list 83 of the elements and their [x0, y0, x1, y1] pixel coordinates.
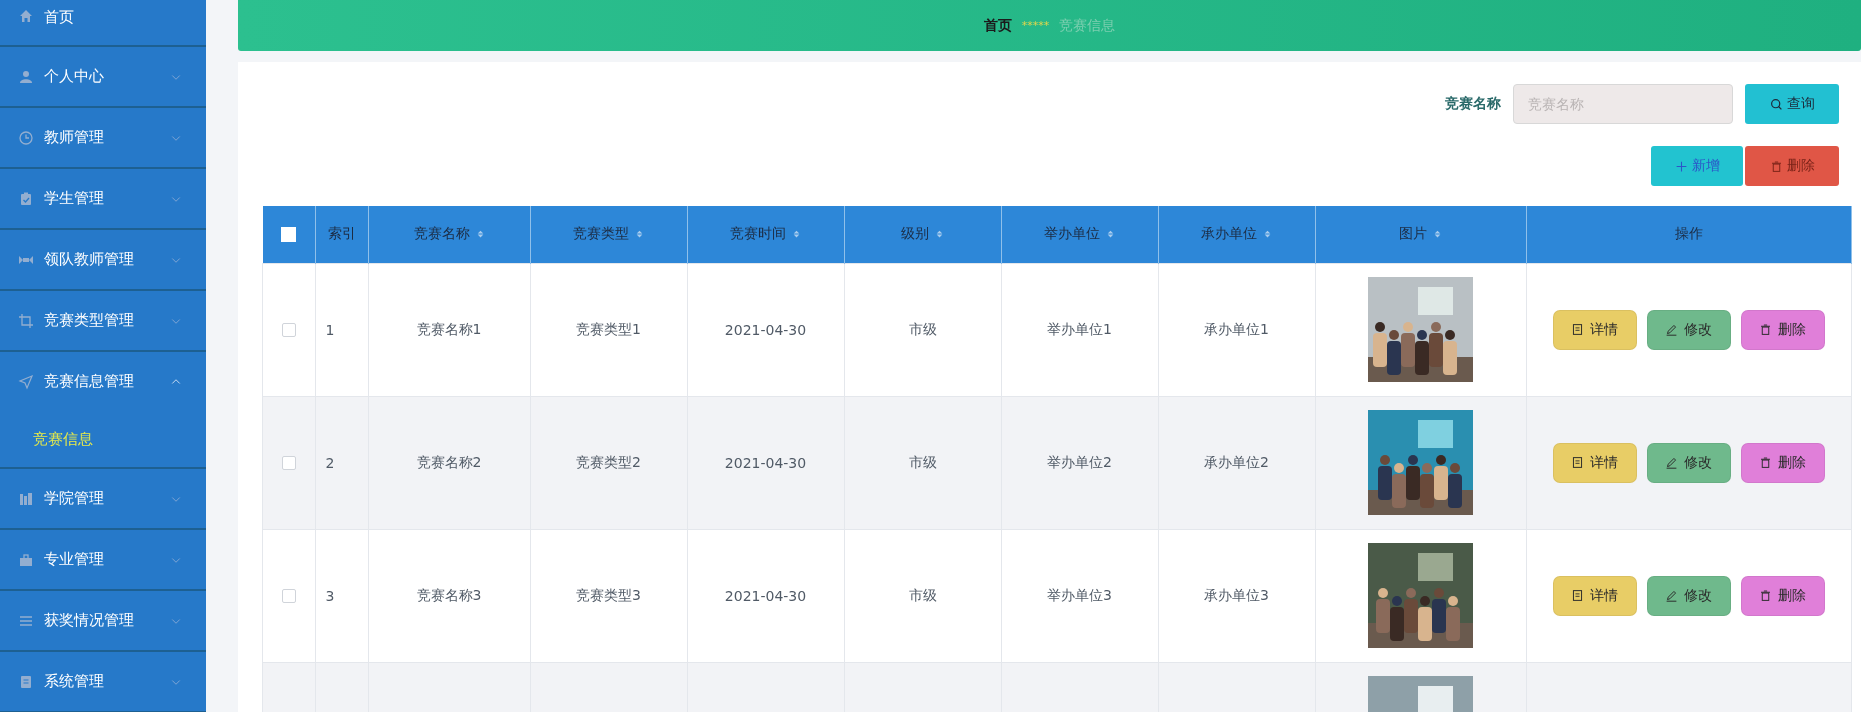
detail-button[interactable]: 详情 [1552, 575, 1637, 616]
column-header: 索引 [315, 206, 368, 263]
menu-item[interactable]: 竞赛信息管理 [0, 352, 206, 411]
table-cell: 2021-04-30 [724, 587, 807, 604]
menu-item[interactable]: 首页 [0, 0, 206, 45]
menu-item[interactable]: 学生管理 [0, 169, 206, 228]
plus-icon [1674, 159, 1688, 173]
document-icon [1571, 323, 1584, 336]
table-cell: 举办单位2 [1047, 453, 1112, 470]
column-header[interactable]: 承办单位 [1158, 206, 1315, 263]
menu-item[interactable]: 领队教师管理 [0, 230, 206, 289]
row-checkbox[interactable] [281, 322, 296, 337]
table-cell: 承办单位3 [1204, 586, 1269, 603]
delete-button[interactable]: 删除 [1740, 575, 1825, 616]
table-cell: 举办单位3 [1047, 586, 1112, 603]
delete-button[interactable]: 删除 [1740, 309, 1825, 350]
table-cell: 2021-04-30 [724, 454, 807, 471]
crop-icon [18, 312, 34, 329]
table-cell: 市级 [908, 586, 937, 603]
column-header[interactable]: 举办单位 [1001, 206, 1158, 263]
pencil-icon [1665, 456, 1678, 469]
column-header[interactable]: 竞赛类型 [530, 206, 687, 263]
table-cell: 竞赛类型2 [576, 453, 641, 470]
column-header[interactable]: 图片 [1315, 206, 1526, 263]
send-icon [18, 373, 34, 390]
menu-item[interactable]: 获奖情况管理 [0, 591, 206, 650]
menu-item[interactable]: 学院管理 [0, 469, 206, 528]
table-cell: 承办单位1 [1204, 320, 1269, 337]
table-cell: 承办单位2 [1204, 453, 1269, 470]
briefcase-icon [18, 551, 34, 568]
add-button[interactable]: 新增 [1651, 146, 1743, 186]
breadcrumb-item: 竞赛信息 [1059, 16, 1116, 35]
document-icon [1571, 456, 1584, 469]
table-cell: 3 [325, 587, 335, 604]
trash-icon [1759, 323, 1772, 336]
home-icon [18, 8, 34, 24]
table-cell: 竞赛名称2 [416, 453, 482, 470]
row-checkbox[interactable] [281, 455, 296, 470]
table-cell: 1 [325, 321, 335, 338]
row-checkbox[interactable] [281, 588, 296, 603]
pencil-icon [1665, 323, 1678, 336]
menu-item[interactable]: 系统管理 [0, 652, 206, 711]
building-icon [18, 490, 34, 507]
submenu-item[interactable]: 竞赛信息 [0, 411, 93, 467]
column-header: 操作 [1526, 206, 1851, 263]
trash-icon [1759, 589, 1772, 602]
column-header[interactable]: 竞赛时间 [687, 206, 844, 263]
detail-button[interactable]: 详情 [1552, 442, 1637, 483]
document-icon [1571, 589, 1584, 602]
search-icon [1769, 97, 1783, 111]
menu-item[interactable]: 教师管理 [0, 108, 206, 167]
table-cell: 竞赛名称3 [416, 586, 482, 603]
table-cell: 举办单位1 [1047, 320, 1112, 337]
select-all-checkbox[interactable] [281, 226, 296, 242]
trash-icon [1759, 456, 1772, 469]
search-button[interactable]: 查询 [1745, 84, 1839, 124]
table-cell: 2 [325, 454, 335, 471]
column-header[interactable]: 竞赛名称 [368, 206, 530, 263]
menu-item[interactable]: 竞赛类型管理 [0, 291, 206, 350]
table-cell: 市级 [908, 320, 937, 337]
clipboard-icon [18, 190, 34, 207]
breadcrumb-item[interactable]: 首页 [983, 16, 1012, 35]
table-cell: 竞赛类型1 [576, 320, 641, 337]
breadcrumb-separator: ***** [1021, 19, 1050, 32]
delete-button[interactable]: 删除 [1740, 442, 1825, 483]
table-cell: 市级 [908, 453, 937, 470]
edit-button[interactable]: 修改 [1646, 309, 1731, 350]
edit-button[interactable]: 修改 [1646, 442, 1731, 483]
pencil-icon [1665, 589, 1678, 602]
detail-button[interactable]: 详情 [1552, 309, 1637, 350]
user-icon [18, 68, 34, 85]
column-header[interactable]: 级别 [844, 206, 1001, 263]
table-cell: 2021-04-30 [724, 321, 807, 338]
table-cell: 竞赛类型3 [576, 586, 641, 603]
edit-button[interactable]: 修改 [1646, 575, 1731, 616]
menu-item[interactable]: 专业管理 [0, 530, 206, 589]
clock-icon [18, 129, 34, 146]
trash-icon [1769, 159, 1783, 173]
document-icon [18, 673, 34, 690]
table-cell: 竞赛名称1 [416, 320, 482, 337]
delete-button[interactable]: 删除 [1745, 146, 1839, 186]
menu-item[interactable]: 个人中心 [0, 47, 206, 106]
search-label: 竞赛名称 [1445, 95, 1501, 113]
